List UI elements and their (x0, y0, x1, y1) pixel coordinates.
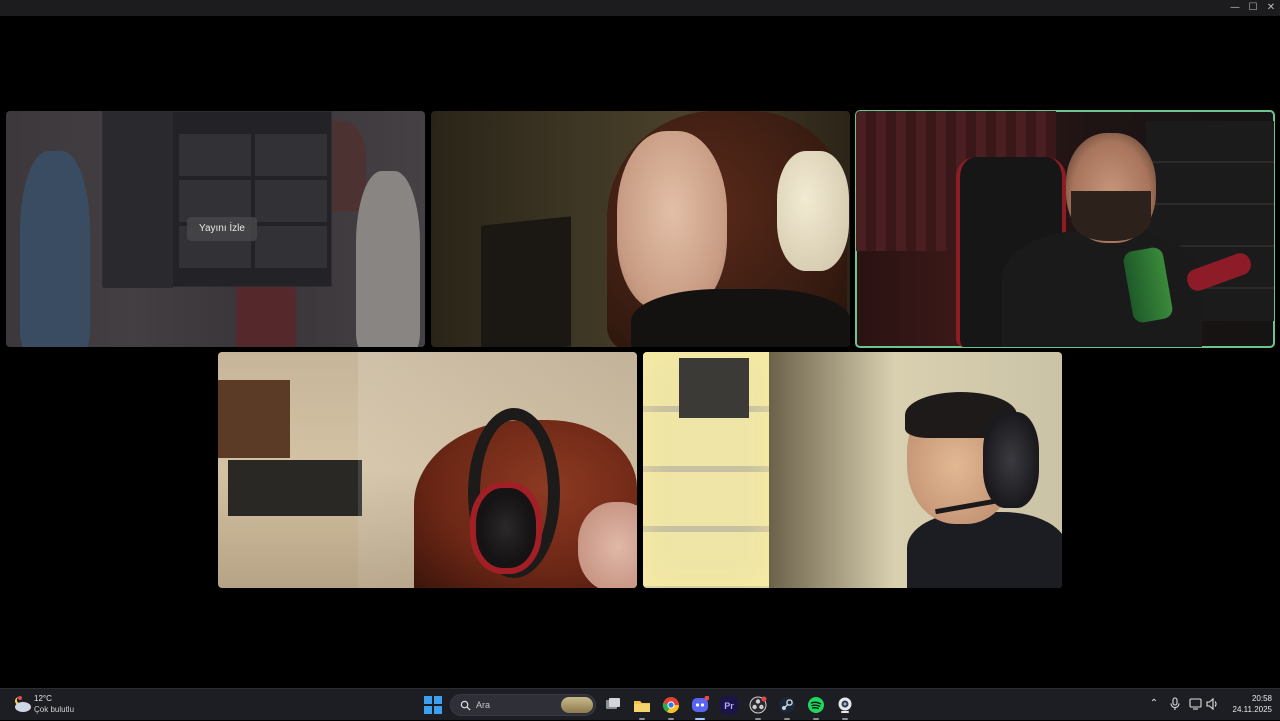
lit-bookshelf (643, 352, 769, 588)
cloud-night-icon (15, 696, 31, 712)
search-placeholder: Ara (476, 700, 491, 710)
watch-stream-button[interactable]: Yayını İzle (187, 217, 257, 241)
obs-icon[interactable] (748, 695, 768, 720)
participant-face (578, 502, 637, 588)
svg-text:Pr: Pr (724, 701, 734, 711)
headset (983, 412, 1039, 508)
stream-preview-tile[interactable]: Yayını İzle (6, 111, 425, 347)
participant-beard (1071, 191, 1151, 241)
task-view-icon[interactable] (603, 695, 623, 715)
participant-video-tile[interactable] (643, 352, 1062, 588)
weather-condition: Çok bulutlu (34, 705, 75, 714)
network-icon[interactable] (1189, 697, 1203, 711)
taskbar-search[interactable]: Ara (450, 694, 596, 716)
windows-logo-icon[interactable] (424, 696, 442, 714)
background-door (481, 216, 571, 347)
participant-video-tile[interactable] (431, 111, 850, 347)
search-icon (460, 700, 471, 711)
premiere-icon[interactable]: Pr (719, 695, 739, 715)
search-highlight-art (561, 697, 593, 713)
tray-overflow-chevron-icon[interactable]: ⌃ (1147, 697, 1161, 711)
webcam-icon[interactable] (835, 695, 855, 720)
close-button[interactable]: ✕ (1260, 1, 1280, 15)
wall-board (228, 460, 362, 516)
participant-face (617, 131, 727, 311)
participant-video-tile-speaking[interactable] (855, 110, 1275, 348)
headset-earcup (470, 482, 542, 574)
participant-video-tile[interactable] (218, 352, 637, 588)
taskbar: 12°C Çok bulutlu Ara Pr ⌃ 20:58 24.11.20… (0, 688, 1280, 720)
participant-hoodie (907, 512, 1062, 588)
clock-date[interactable]: 24.11.2025 (1222, 704, 1272, 715)
call-stage: Yayını İzle (0, 16, 1280, 688)
microphone-icon[interactable] (1168, 697, 1182, 711)
clock-time[interactable]: 20:58 (1232, 693, 1272, 704)
discord-icon[interactable] (690, 695, 710, 720)
participant-body (1002, 231, 1202, 347)
wall-shelf (218, 380, 290, 458)
volume-icon[interactable] (1205, 697, 1219, 711)
chrome-icon[interactable] (661, 695, 681, 720)
spotify-icon[interactable] (806, 695, 826, 720)
folder-icon[interactable] (632, 695, 652, 720)
headset (777, 151, 849, 271)
weather-widget[interactable]: 12°C Çok bulutlu (12, 693, 92, 717)
steam-icon[interactable] (777, 695, 797, 720)
shelf-cabinet (679, 358, 749, 418)
window-titlebar: — ☐ ✕ (0, 0, 1280, 16)
weather-temperature: 12°C (34, 694, 52, 703)
participant-sweater (631, 289, 850, 347)
